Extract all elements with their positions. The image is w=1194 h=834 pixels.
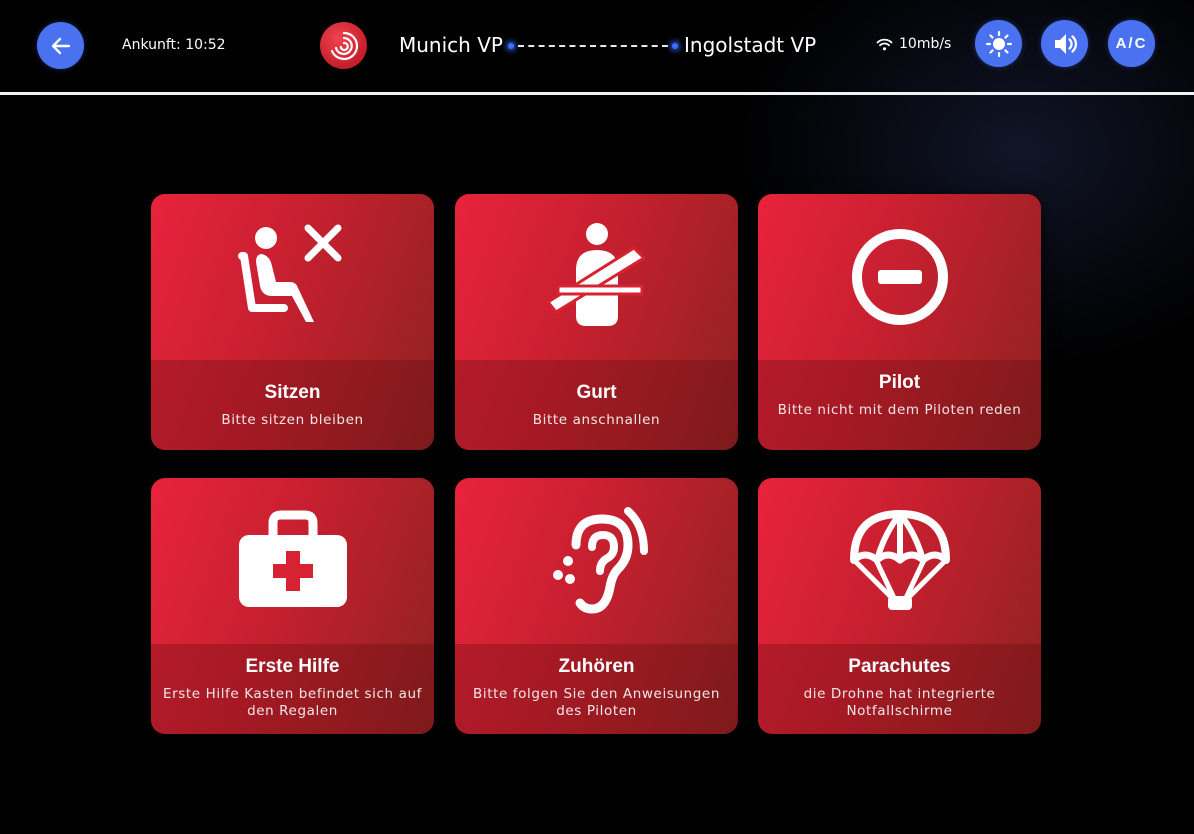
- card-icon-area: [455, 194, 738, 360]
- card-title: Pilot: [878, 372, 921, 393]
- connection-status: 10mb/s: [876, 36, 951, 52]
- wifi-icon: [876, 38, 893, 50]
- card-title: Sitzen: [264, 382, 321, 403]
- card-icon-area: [151, 478, 434, 644]
- card-description: die Drohne hat integrierte Notfallschirm…: [803, 686, 996, 719]
- first-aid-kit-icon: [238, 510, 347, 607]
- ear-icon: [552, 507, 648, 614]
- card-text-area: Zuhören Bitte folgen Sie den Anweisungen…: [455, 644, 738, 734]
- do-not-enter-icon: [851, 229, 948, 325]
- card-text-area: Sitzen Bitte sitzen bleiben: [151, 360, 434, 450]
- parachute-icon: [849, 509, 950, 610]
- seated-person-no-icon: [237, 224, 341, 322]
- logo: [320, 22, 367, 69]
- card-parachutes[interactable]: Parachutes die Drohne hat integrierte No…: [758, 478, 1041, 734]
- route-dash: [518, 45, 668, 47]
- card-icon-area: [758, 478, 1041, 644]
- origin-dot: [508, 43, 514, 49]
- card-description: Bitte nicht mit dem Piloten reden: [777, 402, 1022, 418]
- card-description: Erste Hilfe Kasten befindet sich auf den…: [162, 686, 422, 719]
- volume-button[interactable]: [1041, 20, 1088, 67]
- card-description: Bitte folgen Sie den Anweisungen des Pil…: [473, 686, 720, 719]
- back-button[interactable]: [37, 22, 84, 69]
- card-sitzen[interactable]: Sitzen Bitte sitzen bleiben: [151, 194, 434, 450]
- card-description: Bitte sitzen bleiben: [221, 412, 364, 428]
- top-bar: Ankunft: 10:52 Munich VP Ingolstadt VP 1…: [0, 0, 1194, 92]
- speaker-icon: [1054, 33, 1077, 54]
- logo-icon: [330, 31, 358, 60]
- card-description: Bitte anschnallen: [532, 412, 661, 428]
- card-text-area: Parachutes die Drohne hat integrierte No…: [758, 644, 1041, 734]
- card-zuhoeren[interactable]: Zuhören Bitte folgen Sie den Anweisungen…: [455, 478, 738, 734]
- card-text-area: Gurt Bitte anschnallen: [455, 360, 738, 450]
- sun-icon: [985, 30, 1012, 57]
- card-pilot[interactable]: Pilot Bitte nicht mit dem Piloten reden: [758, 194, 1041, 450]
- card-icon-area: [151, 194, 434, 360]
- card-icon-area: [758, 194, 1041, 360]
- card-title: Erste Hilfe: [245, 656, 340, 677]
- card-icon-area: [455, 478, 738, 644]
- header-divider: [0, 92, 1194, 95]
- ac-label: A/C: [1115, 35, 1148, 52]
- route-origin: Munich VP: [399, 33, 503, 57]
- route-destination: Ingolstadt VP: [684, 33, 817, 57]
- seatbelt-icon: [545, 223, 646, 326]
- connection-speed: 10mb/s: [899, 36, 952, 52]
- safety-screen: Ankunft: 10:52 Munich VP Ingolstadt VP 1…: [0, 0, 1194, 834]
- destination-dot: [672, 43, 678, 49]
- card-text-area: Pilot Bitte nicht mit dem Piloten reden: [758, 360, 1041, 450]
- brightness-button[interactable]: [975, 20, 1022, 67]
- card-erste-hilfe[interactable]: Erste Hilfe Erste Hilfe Kasten befindet …: [151, 478, 434, 734]
- card-title: Gurt: [576, 382, 617, 403]
- arrow-left-icon: [51, 37, 70, 54]
- route-line: [508, 43, 678, 49]
- ac-button[interactable]: A/C: [1108, 20, 1155, 67]
- card-gurt[interactable]: Gurt Bitte anschnallen: [455, 194, 738, 450]
- card-text-area: Erste Hilfe Erste Hilfe Kasten befindet …: [151, 644, 434, 734]
- arrival-time: Ankunft: 10:52: [122, 37, 226, 53]
- card-title: Zuhören: [558, 656, 635, 677]
- card-title: Parachutes: [848, 656, 951, 677]
